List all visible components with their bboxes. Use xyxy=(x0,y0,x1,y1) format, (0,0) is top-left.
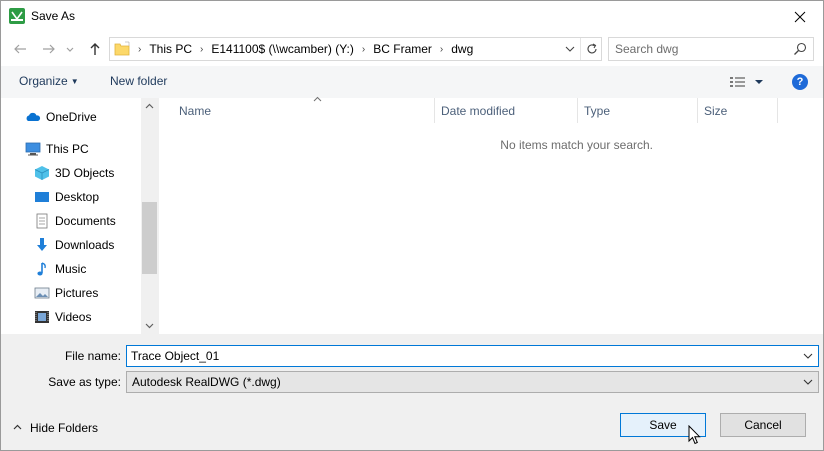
file-name-dropdown-button[interactable] xyxy=(801,346,815,366)
sidebar-item-music[interactable]: Music xyxy=(34,258,86,280)
sidebar-item-label: Desktop xyxy=(55,190,100,204)
chevron-down-icon xyxy=(803,353,813,359)
breadcrumb: › This PC › E141100$ (\\wcamber) (Y:) › … xyxy=(134,38,477,60)
search-icon[interactable] xyxy=(793,42,807,56)
breadcrumb-separator[interactable]: › xyxy=(358,44,369,55)
refresh-button[interactable] xyxy=(580,38,602,60)
pictures-icon xyxy=(34,285,50,301)
save-type-label: Save as type: xyxy=(48,375,121,389)
arrow-right-icon xyxy=(43,44,55,54)
save-type-select[interactable]: Autodesk RealDWG (*.dwg) xyxy=(126,371,819,393)
file-name-combobox[interactable] xyxy=(126,345,819,367)
computer-icon xyxy=(25,141,41,157)
chevron-down-icon xyxy=(565,46,575,52)
column-date-label: Date modified xyxy=(441,103,516,118)
folder-icon xyxy=(114,41,130,57)
recent-locations-button[interactable] xyxy=(65,41,75,57)
scroll-up-icon[interactable] xyxy=(141,98,158,115)
sort-ascending-icon xyxy=(313,94,322,104)
scroll-down-icon[interactable] xyxy=(141,317,158,334)
sidebar-item-onedrive[interactable]: OneDrive xyxy=(25,106,97,128)
navigation-pane: OneDrive This PC 3D Objects Desktop Docu… xyxy=(1,98,158,334)
sidebar-item-documents[interactable]: Documents xyxy=(34,210,116,232)
breadcrumb-drive[interactable]: E141100$ (\\wcamber) (Y:) xyxy=(207,42,358,56)
help-button[interactable]: ? xyxy=(792,74,808,90)
empty-results-message: No items match your search. xyxy=(500,138,653,152)
refresh-icon xyxy=(587,43,597,54)
breadcrumb-dwg[interactable]: dwg xyxy=(447,42,477,56)
chevron-down-icon xyxy=(66,47,74,52)
file-name-label: File name: xyxy=(64,349,121,363)
command-bar: Organize ▼ New folder ? xyxy=(1,66,823,98)
sidebar-item-downloads[interactable]: Downloads xyxy=(34,234,114,256)
back-button[interactable] xyxy=(12,41,28,57)
download-icon xyxy=(34,237,50,253)
organize-button[interactable]: Organize ▼ xyxy=(19,74,79,88)
address-bar[interactable]: › This PC › E141100$ (\\wcamber) (Y:) › … xyxy=(109,37,602,61)
address-dropdown-button[interactable] xyxy=(560,38,580,60)
search-box[interactable] xyxy=(608,37,814,61)
sidebar-item-label: Pictures xyxy=(55,286,99,300)
cancel-button[interactable]: Cancel xyxy=(720,413,806,437)
column-size-label: Size xyxy=(704,103,728,118)
breadcrumb-this-pc[interactable]: This PC xyxy=(145,42,196,56)
sidebar-item-videos[interactable]: Videos xyxy=(34,306,91,328)
file-name-input[interactable] xyxy=(131,348,791,364)
change-view-button[interactable] xyxy=(729,74,765,93)
save-type-dropdown-button[interactable] xyxy=(801,372,815,392)
document-icon xyxy=(34,213,50,229)
column-type-label: Type xyxy=(584,103,611,118)
sidebar-item-pictures[interactable]: Pictures xyxy=(34,282,98,304)
close-icon xyxy=(794,11,806,22)
sidebar-item-label: 3D Objects xyxy=(55,166,115,180)
breadcrumb-bc-framer[interactable]: BC Framer xyxy=(369,42,436,56)
file-list[interactable]: Name Date modified Type Size No items ma… xyxy=(159,96,823,334)
forward-button[interactable] xyxy=(41,41,57,57)
breadcrumb-separator: › xyxy=(138,43,142,55)
sidebar-item-3d-objects[interactable]: 3D Objects xyxy=(34,162,114,184)
app-icon xyxy=(9,8,25,24)
new-folder-button[interactable]: New folder xyxy=(110,74,167,88)
caret-down-icon: ▼ xyxy=(70,77,79,86)
mouse-cursor-icon xyxy=(688,425,701,445)
desktop-icon xyxy=(34,189,50,205)
address-row: › This PC › E141100$ (\\wcamber) (Y:) › … xyxy=(1,32,823,66)
organize-label: Organize xyxy=(19,74,68,88)
sidebar-item-label: This PC xyxy=(46,142,89,156)
videos-icon xyxy=(34,309,50,325)
column-header-date-modified[interactable]: Date modified xyxy=(435,98,578,123)
sidebar-item-desktop[interactable]: Desktop xyxy=(34,186,99,208)
sidebar-item-label: Downloads xyxy=(55,238,115,252)
arrow-left-icon xyxy=(14,44,26,54)
sidebar-item-label: Documents xyxy=(55,214,116,228)
cube-icon xyxy=(34,165,50,181)
view-details-icon xyxy=(730,77,763,87)
chevron-down-icon xyxy=(803,379,813,385)
title-bar: Save As xyxy=(1,1,823,32)
music-icon xyxy=(34,261,50,277)
hide-folders-label: Hide Folders xyxy=(30,421,99,435)
onedrive-icon xyxy=(25,109,41,125)
column-header-name[interactable]: Name xyxy=(173,96,435,123)
close-button[interactable] xyxy=(777,1,823,32)
up-button[interactable] xyxy=(87,41,103,57)
sidebar-item-label: Videos xyxy=(55,310,92,324)
column-name-label: Name xyxy=(179,103,212,118)
save-as-dialog: Save As › This PC › E141100$ (\\wcamber)… xyxy=(0,0,824,451)
sidebar-item-label: Music xyxy=(55,262,87,276)
column-header-size[interactable]: Size xyxy=(698,98,778,123)
breadcrumb-separator[interactable]: › xyxy=(196,44,207,55)
column-header-type[interactable]: Type xyxy=(578,98,698,123)
window-title: Save As xyxy=(31,9,76,23)
nav-scrollbar[interactable] xyxy=(141,98,158,334)
save-type-value: Autodesk RealDWG (*.dwg) xyxy=(132,375,281,389)
sidebar-item-label: OneDrive xyxy=(46,110,97,124)
arrow-up-icon xyxy=(90,43,100,55)
chevron-up-icon xyxy=(13,423,22,434)
hide-folders-button[interactable]: Hide Folders xyxy=(13,421,98,435)
breadcrumb-separator[interactable]: › xyxy=(436,44,447,55)
sidebar-item-this-pc[interactable]: This PC xyxy=(25,138,89,160)
scroll-thumb[interactable] xyxy=(142,202,157,274)
search-input[interactable] xyxy=(613,40,783,58)
